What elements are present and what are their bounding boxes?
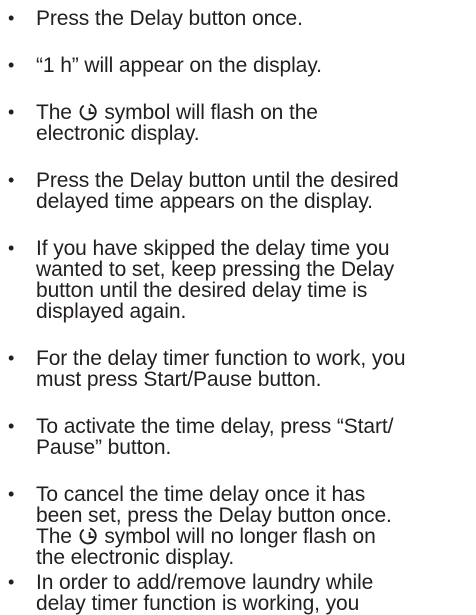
bullet: • [8,348,15,368]
bullet: • [8,416,15,436]
bullet: • [8,8,15,28]
bullet: • [8,484,15,504]
delay-clock-icon [79,103,97,121]
bullet: • [8,170,15,190]
item-text: Press the Delay button once. [36,7,303,30]
item-text: If you have skipped the delay time you w… [36,237,395,323]
delay-instructions-page: { "bullet_char": "•", "items": [ {"lines… [0,0,476,614]
bullet: • [8,572,15,592]
item-text: “1 h” will appear on the display. [36,54,322,77]
item-text: To cancel the time delay once it has bee… [36,483,392,569]
bullet: • [8,102,15,122]
item-text: Press the Delay button until the desired… [36,169,399,213]
item-text: The symbol will flash on the electronic … [36,101,318,145]
bullet: • [8,238,15,258]
item-text: For the delay timer function to work, yo… [36,347,406,391]
bullet: • [8,55,15,75]
item-text: To activate the time delay, press “Start… [36,415,394,459]
delay-clock-icon [79,527,97,545]
